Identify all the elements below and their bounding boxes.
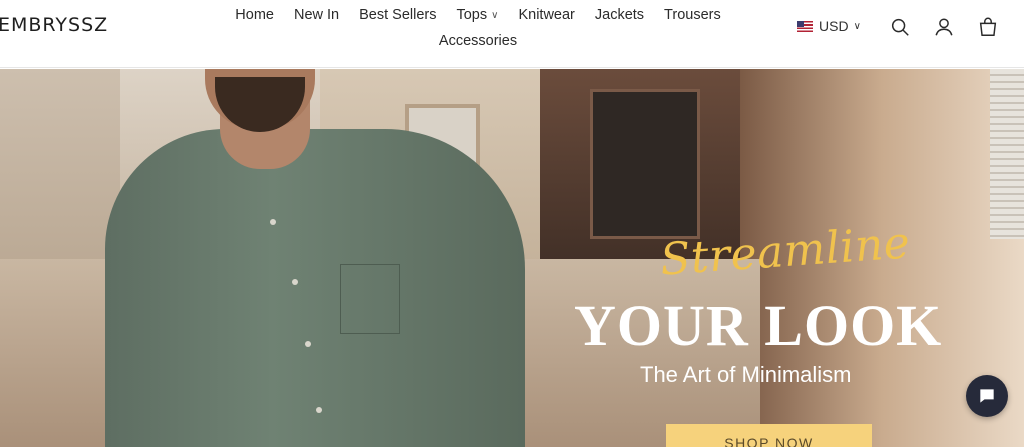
nav-trousers-label: Trousers <box>664 7 721 23</box>
cart-icon[interactable] <box>977 16 999 38</box>
nav-jackets[interactable]: Jackets <box>595 6 644 26</box>
nav-tops[interactable]: Tops ∨ <box>456 6 498 26</box>
nav-best-sellers[interactable]: Best Sellers <box>359 6 436 26</box>
hero-shirt-pocket <box>340 264 400 334</box>
search-icon[interactable] <box>889 16 911 38</box>
hero-window <box>590 89 700 239</box>
nav-new-in[interactable]: New In <box>294 6 339 26</box>
nav-home-label: Home <box>235 7 274 23</box>
nav-accessories-label: Accessories <box>438 33 518 49</box>
currency-selector[interactable]: USD ∨ <box>797 18 861 34</box>
nav-knitwear-label: Knitwear <box>518 7 575 23</box>
nav-knitwear[interactable]: Knitwear <box>518 6 574 26</box>
nav-tops-label: Tops <box>456 7 488 23</box>
shirt-button <box>316 407 322 413</box>
currency-value: USD <box>819 18 849 34</box>
shop-now-button[interactable]: SHOP NOW <box>666 424 872 447</box>
nav-jackets-label: Jackets <box>594 7 645 23</box>
chevron-down-icon: ∨ <box>853 20 861 32</box>
nav-new-in-label: New In <box>293 7 340 23</box>
nav-trousers[interactable]: Trousers <box>664 6 721 26</box>
chat-button[interactable] <box>966 375 1008 417</box>
site-header: EMBRYSSZ Home New In Best Sellers Tops ∨ … <box>0 0 1024 68</box>
chevron-down-icon: ∨ <box>491 10 499 21</box>
hero-shutter <box>990 69 1024 239</box>
hero-model-shirt <box>105 129 525 447</box>
account-icon[interactable] <box>933 16 955 38</box>
shirt-button <box>305 341 311 347</box>
shirt-button <box>292 279 298 285</box>
shirt-button <box>270 219 276 225</box>
nav-home[interactable]: Home <box>235 6 274 26</box>
chat-icon <box>980 389 994 403</box>
brand-logo[interactable]: EMBRYSSZ <box>0 14 108 36</box>
main-nav: Home New In Best Sellers Tops ∨ Knitwear … <box>218 6 738 51</box>
nav-best-sellers-label: Best Sellers <box>359 7 437 23</box>
us-flag-icon <box>797 20 813 32</box>
hero-headline: YOUR LOOK <box>574 293 943 358</box>
hero-subheadline: The Art of Minimalism <box>640 362 852 387</box>
nav-accessories[interactable]: Accessories <box>439 32 517 51</box>
